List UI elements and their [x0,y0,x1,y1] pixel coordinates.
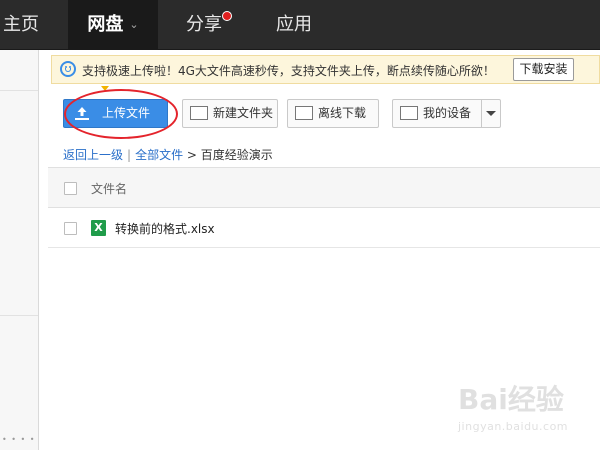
row-checkbox[interactable] [64,222,77,235]
new-folder-button[interactable]: 新建文件夹 [182,99,278,128]
nav-netdisk[interactable]: 网盘 ⌄ [68,0,158,49]
baidu-watermark: Bai经验 jingyan.baidu.com [458,378,568,433]
device-icon [400,106,418,120]
notice-bar: 支持极速上传啦！4G大文件高速秒传，支持文件夹上传，断点续传随心所欲！ 下载安装 [51,55,600,84]
my-device-label: 我的设备 [423,106,472,120]
notice-text: 支持极速上传啦！4G大文件高速秒传，支持文件夹上传，断点续传随心所欲！ [82,64,495,78]
current-folder: 百度经验演示 [200,148,273,162]
device-split-divider [481,100,482,127]
download-install-button[interactable]: 下载安装 [513,58,574,81]
nav-apps[interactable]: 应用 [276,0,312,49]
select-all-checkbox[interactable] [64,182,77,195]
all-files-link[interactable]: 全部文件 [135,148,183,162]
offline-download-label: 离线下载 [318,106,367,120]
smile-icon [60,61,76,77]
nav-home[interactable]: 主页 [3,0,39,49]
column-filename[interactable]: 文件名 [91,180,127,197]
chevron-down-icon: ⌄ [129,18,139,31]
nav-share-label: 分享 [186,14,222,35]
nav-share[interactable]: 分享 [186,0,232,49]
watermark-logo: Bai经验 [458,383,564,416]
top-navigation-bar: 主页 网盘 ⌄ 分享 应用 [0,0,600,50]
upload-file-label: 上传文件 [102,106,151,120]
file-name[interactable]: 转换前的格式.xlsx [115,220,215,237]
my-device-button[interactable]: 我的设备 [392,99,501,128]
nav-home-label: 主页 [3,14,39,35]
upload-file-button[interactable]: 上传文件 [63,99,168,128]
new-folder-icon [190,106,208,120]
sidebar-handle-icon[interactable]: • • • • [2,435,36,444]
watermark-url: jingyan.baidu.com [458,420,569,433]
nav-apps-label: 应用 [276,14,312,35]
table-row[interactable]: X 转换前的格式.xlsx [48,208,600,248]
sidebar-divider [0,315,38,316]
caret-down-icon[interactable] [486,111,496,116]
breadcrumb-arrow: > [186,148,197,162]
left-sidebar: • • • • [0,50,39,450]
offline-download-icon [295,106,313,120]
breadcrumb-divider: | [127,148,132,162]
back-link[interactable]: 返回上一级 [63,148,123,162]
breadcrumb: 返回上一级 | 全部文件 > 百度经验演示 [63,146,273,163]
upload-arrow-icon [75,107,89,120]
sidebar-divider [0,90,38,91]
new-folder-label: 新建文件夹 [213,106,274,120]
excel-file-icon: X [91,220,106,236]
offline-download-button[interactable]: 离线下载 [287,99,379,128]
file-list-header: 文件名 [48,167,600,208]
notification-dot-icon [222,11,232,21]
nav-netdisk-label: 网盘 [87,14,124,35]
pointer-caret-icon [101,86,109,91]
